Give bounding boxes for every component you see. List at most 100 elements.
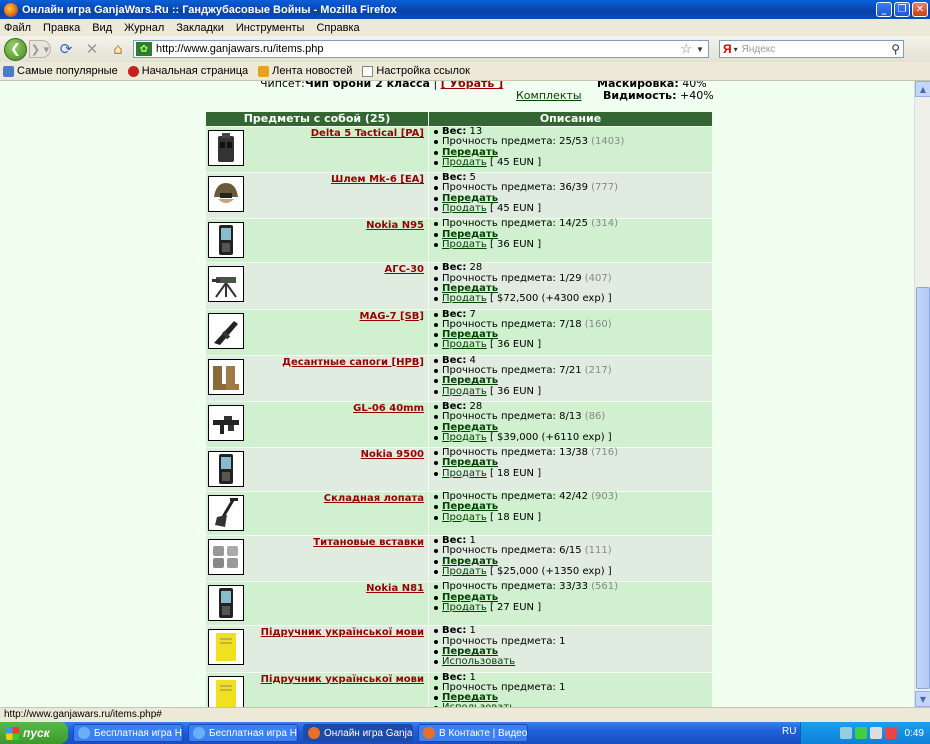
firefox-icon bbox=[308, 727, 320, 739]
sell-link[interactable]: Продать bbox=[442, 386, 487, 397]
start-button[interactable]: пуск bbox=[0, 722, 68, 744]
sell-link[interactable]: Продать bbox=[442, 432, 487, 443]
system-tray: 0:49 bbox=[800, 722, 930, 744]
search-bar[interactable]: Я ▾ Яндекс ⚲ bbox=[719, 40, 904, 58]
menu-help[interactable]: Справка bbox=[316, 22, 359, 34]
item-sell: Продать [ 36 EUN ] bbox=[433, 340, 712, 350]
item-properties: Прочность предмета: 33/33 (561) Передать П… bbox=[433, 582, 712, 613]
item-properties: Прочность предмета: 14/25 (314) Передать П… bbox=[433, 219, 712, 250]
item-cell: Титановые вставки bbox=[205, 535, 429, 583]
table-row: Nokia 9500 Прочность предмета: 13/38 (716… bbox=[205, 447, 713, 493]
forward-button[interactable]: ❯ ▾ bbox=[29, 40, 51, 58]
boots-icon[interactable] bbox=[208, 358, 244, 395]
minimize-button[interactable]: _ bbox=[876, 2, 892, 17]
armor-inserts-icon[interactable] bbox=[208, 539, 244, 576]
shotgun-icon[interactable] bbox=[208, 312, 244, 349]
table-row: Delta 5 Tactical [PA] Вес: 13 Прочность пр… bbox=[205, 125, 713, 174]
menu-view[interactable]: Вид bbox=[92, 22, 112, 34]
url-bar[interactable]: ✿ http://www.ganjawars.ru/items.php ☆ ▼ bbox=[133, 40, 709, 58]
item-description-cell: Вес: 1Прочность предмета: 1ПередатьИспол… bbox=[428, 625, 713, 673]
kits-link[interactable]: Комплекты bbox=[516, 89, 582, 102]
menu-edit[interactable]: Правка bbox=[43, 22, 80, 34]
shovel-icon[interactable] bbox=[208, 495, 244, 532]
restore-button[interactable]: ❐ bbox=[894, 2, 910, 17]
engine-dropdown-icon[interactable]: ▾ bbox=[734, 45, 738, 54]
phone-icon[interactable] bbox=[208, 451, 244, 488]
item-sell: Продать [ 27 EUN ] bbox=[433, 602, 712, 613]
visibility-stat: Видимость: +40% bbox=[603, 89, 714, 102]
tactical-vest-icon[interactable] bbox=[208, 130, 244, 166]
sell-link[interactable]: Продать bbox=[442, 512, 487, 523]
equipment-summary: Чипсет:Чип брони 2 класса | [ Убрать ] К… bbox=[0, 81, 914, 111]
windows-logo-icon bbox=[6, 726, 19, 740]
bookmark-star-icon[interactable]: ☆ bbox=[680, 41, 692, 57]
navigation-toolbar: ❮ ❯ ▾ ⟳ ✕ ⌂ ✿ http://www.ganjawars.ru/it… bbox=[0, 36, 930, 62]
home-icon[interactable]: ⌂ bbox=[107, 39, 129, 59]
tray-app-icon[interactable] bbox=[854, 727, 867, 739]
rifle-icon[interactable] bbox=[208, 404, 244, 441]
item-cell: Підручник української мови bbox=[205, 625, 429, 673]
reload-icon[interactable]: ⟳ bbox=[55, 39, 77, 59]
scroll-thumb[interactable] bbox=[916, 287, 930, 689]
scroll-down-icon[interactable]: ▼ bbox=[915, 691, 930, 707]
menu-file[interactable]: Файл bbox=[4, 22, 31, 34]
stop-icon[interactable]: ✕ bbox=[81, 39, 103, 59]
scroll-up-icon[interactable]: ▲ bbox=[915, 81, 930, 97]
grenade-launcher-icon[interactable] bbox=[208, 266, 244, 303]
table-row: Підручник української мови Вес: 1 Прочност… bbox=[205, 625, 713, 673]
sell-link[interactable]: Продать bbox=[442, 468, 487, 479]
bookmark-settings[interactable]: Настройка ссылок bbox=[362, 65, 470, 77]
table-row: АГС-30 Вес: 28 Прочность предмета: 1/29 (4… bbox=[205, 262, 713, 310]
taskbar-item-firefox[interactable]: Онлайн игра Ganja... bbox=[303, 724, 413, 742]
remove-chipset-link[interactable]: [ Убрать ] bbox=[441, 81, 504, 90]
menu-tools[interactable]: Инструменты bbox=[236, 22, 305, 34]
sell-link[interactable]: Продать bbox=[442, 339, 487, 350]
tray-volume-icon[interactable] bbox=[869, 727, 882, 739]
book-icon[interactable] bbox=[208, 675, 244, 707]
phone-icon[interactable] bbox=[208, 222, 244, 259]
taskbar-item-vkontakte[interactable]: В Контакте | Видео ... bbox=[418, 724, 528, 742]
site-favicon: ✿ bbox=[136, 42, 152, 56]
sell-price: [ $25,000 (+1350 exp) ] bbox=[489, 566, 612, 578]
item-cell: Nokia N95 bbox=[205, 218, 429, 264]
item-sell: Продать [ 36 EUN ] bbox=[433, 239, 712, 250]
bookmark-start-page[interactable]: Начальная страница bbox=[127, 65, 248, 77]
taskbar-item-ie-2[interactable]: Бесплатная игра Но... bbox=[188, 724, 298, 742]
phone-icon[interactable] bbox=[208, 585, 244, 622]
firefox-icon bbox=[423, 727, 435, 739]
vertical-scrollbar[interactable]: ▲ ▼ bbox=[914, 81, 930, 707]
use-link[interactable]: Использовать bbox=[442, 656, 515, 667]
item-properties: Вес: 7 Прочность предмета: 7/18 (160) Пере… bbox=[433, 309, 712, 351]
bookmark-most-visited[interactable]: Самые популярные bbox=[3, 65, 118, 77]
yandex-icon[interactable]: Я bbox=[723, 42, 732, 56]
search-input[interactable]: Яндекс bbox=[742, 44, 892, 55]
sell-link[interactable]: Продать bbox=[442, 157, 487, 168]
item-description-cell: Вес: 1Прочность предмета: 1ПередатьИспол… bbox=[428, 671, 713, 707]
firefox-icon bbox=[4, 2, 18, 17]
chipset-line: Чипсет:Чип брони 2 класса | [ Убрать ] bbox=[260, 81, 503, 90]
close-button[interactable]: ✕ bbox=[912, 2, 928, 17]
language-indicator[interactable]: RU bbox=[782, 726, 796, 737]
back-button[interactable]: ❮ bbox=[4, 37, 27, 61]
item-description-cell: Вес: 7 Прочность предмета: 7/18 (160) Пере… bbox=[428, 308, 713, 356]
sell-link[interactable]: Продать bbox=[442, 566, 487, 577]
helmet-icon[interactable] bbox=[208, 176, 244, 213]
sell-link[interactable]: Продать bbox=[442, 293, 487, 304]
url-dropdown-icon[interactable]: ▼ bbox=[696, 45, 708, 54]
item-properties: Прочность предмета: 42/42 (903) Передать П… bbox=[433, 491, 712, 523]
item-cell: Nokia N81 bbox=[205, 581, 429, 627]
sell-link[interactable]: Продать bbox=[442, 239, 487, 250]
tray-antivirus-icon[interactable] bbox=[884, 727, 897, 739]
menu-bookmarks[interactable]: Закладки bbox=[176, 22, 224, 34]
url-text[interactable]: http://www.ganjawars.ru/items.php bbox=[156, 43, 680, 55]
item-cell: АГС-30 bbox=[205, 262, 429, 310]
sell-link[interactable]: Продать bbox=[442, 203, 487, 214]
taskbar-item-ie-1[interactable]: Бесплатная игра Но... bbox=[73, 724, 183, 742]
tray-network-icon[interactable] bbox=[839, 727, 852, 739]
sell-link[interactable]: Продать bbox=[442, 602, 487, 613]
menu-history[interactable]: Журнал bbox=[124, 22, 164, 34]
book-icon[interactable] bbox=[208, 629, 244, 666]
search-icon[interactable]: ⚲ bbox=[891, 42, 900, 56]
table-row: Шлем Mk-6 [EA] Вес: 5 Прочность предмета: … bbox=[205, 172, 713, 220]
bookmark-news-feed[interactable]: Лента новостей bbox=[258, 65, 352, 77]
